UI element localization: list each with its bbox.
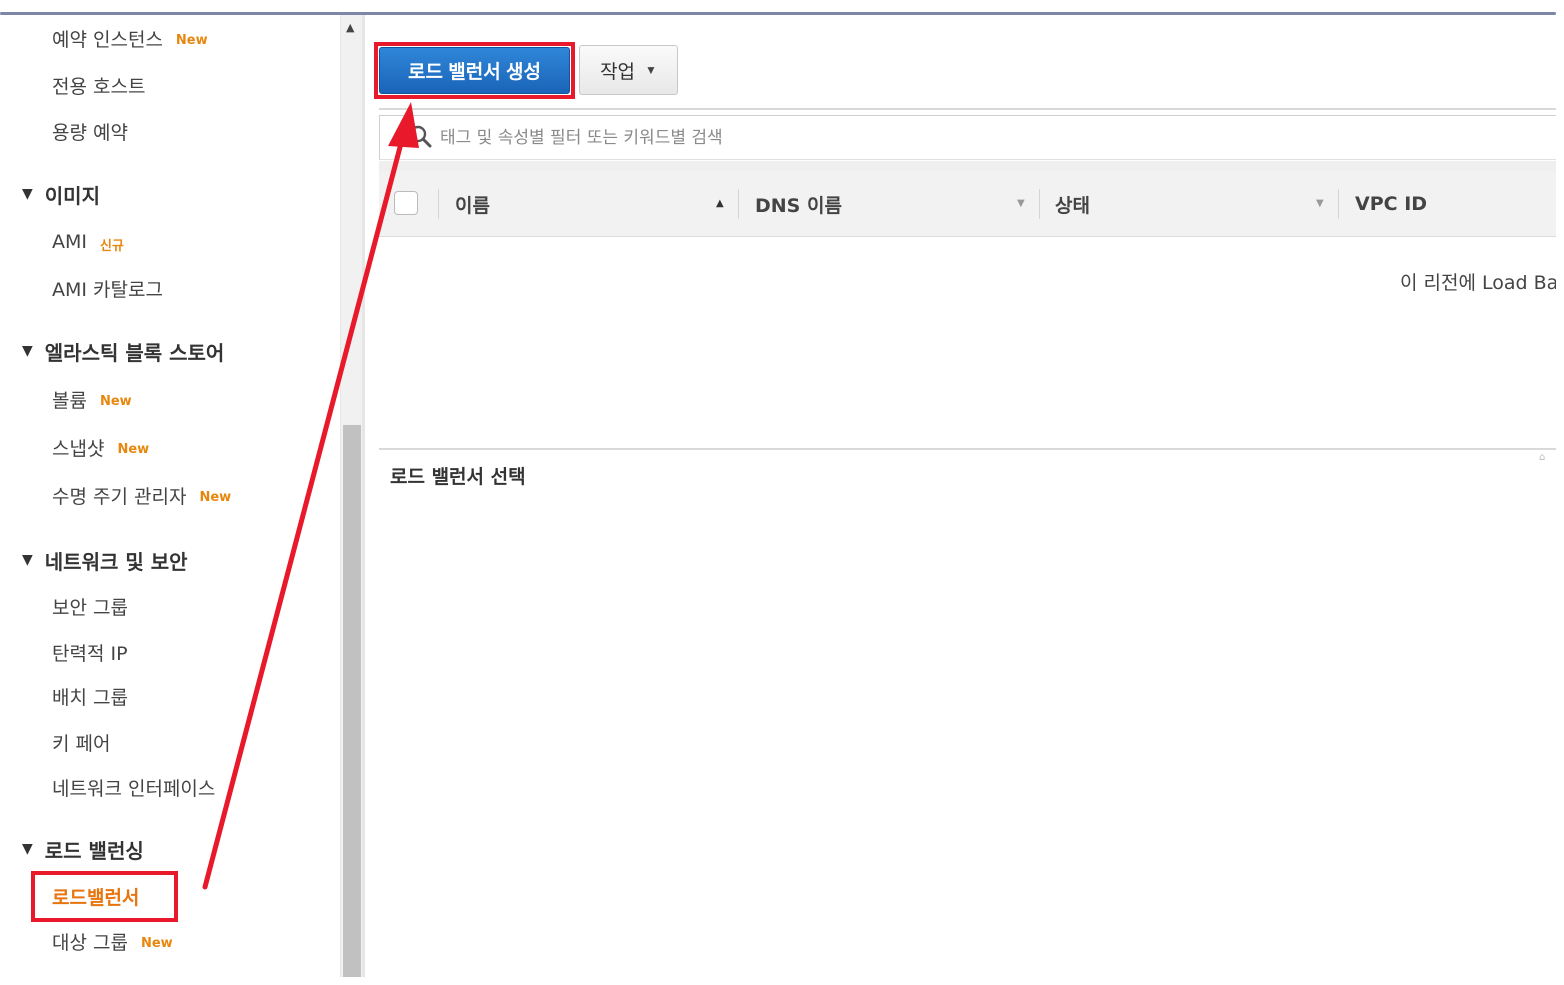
collapse-triangle-icon: ▼	[22, 552, 33, 568]
column-separator	[1039, 189, 1040, 219]
sidebar-item-label: 용량 예약	[52, 121, 128, 144]
sidebar-section-load-balancing[interactable]: ▼ 로드 밸런싱	[22, 833, 144, 865]
splitter-handle-icon[interactable]: ⌂	[1539, 452, 1545, 463]
section-title: 네트워크 및 보안	[44, 549, 188, 574]
collapse-triangle-icon: ▼	[22, 343, 33, 359]
sidebar-item-elastic-ips[interactable]: 탄력적 IP	[52, 637, 128, 667]
divider	[379, 108, 1556, 110]
sidebar-item-security-groups[interactable]: 보안 그룹	[52, 591, 128, 621]
column-header-vpc-id[interactable]: VPC ID	[1355, 190, 1427, 218]
panel-splitter[interactable]	[379, 448, 1556, 450]
detail-panel-title: 로드 밸런서 선택	[390, 466, 526, 488]
chevron-down-icon: ▼	[645, 63, 657, 77]
new-badge: New	[199, 490, 232, 505]
sidebar-item-label: 보안 그룹	[52, 596, 128, 619]
column-separator	[1338, 189, 1339, 219]
sidebar-item-capacity-reservations[interactable]: 용량 예약	[52, 116, 128, 146]
sidebar-item-label: 수명 주기 관리자	[52, 485, 187, 508]
sidebar-item-snapshots[interactable]: 스냅샷 New	[52, 432, 149, 462]
section-title: 엘라스틱 블록 스토어	[44, 340, 225, 365]
column-header-state[interactable]: 상태	[1055, 190, 1090, 218]
sidebar-item-target-groups[interactable]: 대상 그룹 New	[52, 926, 173, 956]
sidebar-item-key-pairs[interactable]: 키 페어	[52, 727, 110, 757]
collapse-triangle-icon: ▼	[22, 186, 33, 202]
sidebar-nav: 예약 인스턴스 New 전용 호스트 용량 예약 ▼ 이미지 AMI 신규 AM…	[0, 15, 340, 977]
select-all-checkbox[interactable]	[394, 191, 418, 215]
empty-table-message: 이 리전에 Load Ba	[1400, 272, 1556, 294]
sidebar-item-dedicated-hosts[interactable]: 전용 호스트	[52, 70, 145, 100]
divider	[379, 161, 1556, 171]
new-badge: New	[99, 394, 132, 409]
section-title: 로드 밸런싱	[44, 838, 144, 863]
sidebar-scrollbar[interactable]: ▲	[340, 15, 362, 977]
sidebar-item-volumes[interactable]: 볼륨 New	[52, 384, 132, 414]
column-header-name[interactable]: 이름	[455, 190, 490, 218]
sidebar-item-label: 볼륨	[52, 389, 87, 412]
sort-ascending-icon[interactable]: ▲	[716, 198, 724, 209]
column-header-dns-name[interactable]: DNS 이름	[755, 190, 842, 218]
column-separator	[738, 189, 739, 219]
sidebar-item-label: 배치 그룹	[52, 686, 128, 709]
sidebar-item-ami-catalog[interactable]: AMI 카탈로그	[52, 273, 163, 303]
sidebar-section-images[interactable]: ▼ 이미지	[22, 178, 100, 210]
create-load-balancer-button[interactable]: 로드 밸런서 생성	[379, 47, 570, 94]
collapse-triangle-icon: ▼	[22, 841, 33, 857]
new-badge: New	[175, 33, 208, 48]
main-panel-border	[362, 15, 365, 977]
sidebar-item-label: 대상 그룹	[52, 931, 128, 954]
new-badge: New	[117, 442, 150, 457]
sort-descending-icon[interactable]: ▼	[1017, 198, 1025, 209]
sidebar-item-label: AMI 카탈로그	[52, 278, 163, 301]
sidebar-item-label: 키 페어	[52, 732, 111, 755]
actions-label: 작업	[600, 61, 636, 83]
sidebar-item-label: 예약 인스턴스	[52, 28, 163, 51]
new-badge: 신규	[100, 239, 124, 254]
new-badge: New	[140, 936, 173, 951]
search-input[interactable]	[440, 122, 1540, 154]
sidebar-section-network-security[interactable]: ▼ 네트워크 및 보안	[22, 544, 188, 576]
sidebar-item-placement-groups[interactable]: 배치 그룹	[52, 681, 128, 711]
sidebar-item-label: 네트워크 인터페이스	[52, 777, 216, 800]
actions-dropdown-button[interactable]: 작업 ▼	[579, 45, 678, 95]
scroll-up-arrow-icon[interactable]: ▲	[346, 21, 354, 34]
column-separator	[438, 189, 439, 219]
sort-descending-icon[interactable]: ▼	[1316, 198, 1324, 209]
sidebar-item-lifecycle-manager[interactable]: 수명 주기 관리자 New	[52, 480, 231, 510]
sidebar-section-ebs[interactable]: ▼ 엘라스틱 블록 스토어	[22, 335, 224, 367]
sidebar-item-reserved-instances[interactable]: 예약 인스턴스 New	[52, 23, 208, 53]
sidebar-item-label: 전용 호스트	[52, 75, 146, 98]
sidebar-item-ami[interactable]: AMI 신규	[52, 227, 124, 257]
scrollbar-thumb[interactable]	[343, 425, 361, 977]
sidebar-item-network-interfaces[interactable]: 네트워크 인터페이스	[52, 772, 215, 802]
search-icon	[409, 125, 432, 148]
section-title: 이미지	[44, 183, 100, 208]
sidebar-item-label: AMI	[52, 231, 87, 253]
annotation-highlight-box	[31, 871, 178, 922]
sidebar-item-label: 스냅샷	[52, 437, 105, 460]
sidebar-item-label: 탄력적 IP	[52, 642, 128, 665]
